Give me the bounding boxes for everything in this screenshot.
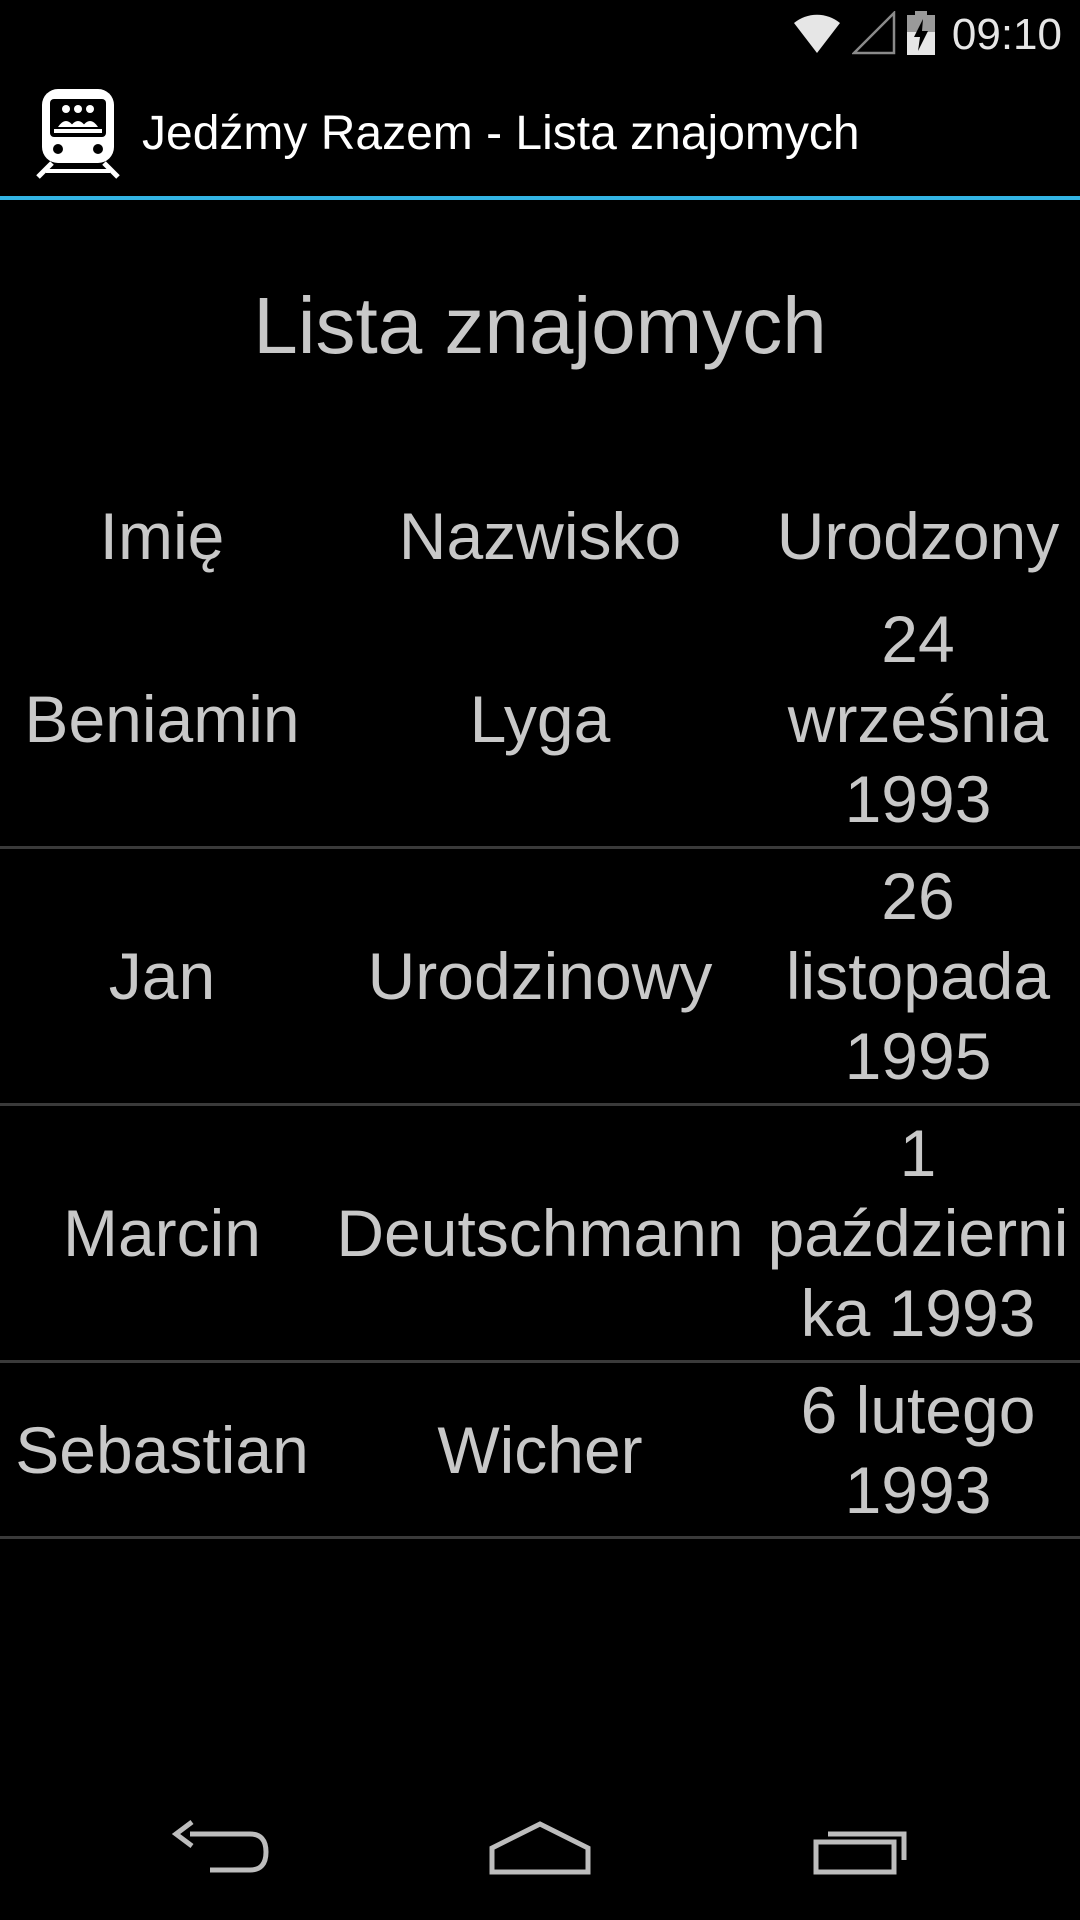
born-line: listopada [785, 939, 1051, 1013]
status-time: 09:10 [951, 10, 1062, 59]
app-title: Jedźmy Razem - Lista znajomych [142, 106, 860, 160]
action-bar: Jedźmy Razem - Lista znajomych [0, 70, 1080, 196]
train-app-icon[interactable] [32, 87, 124, 179]
header-first-name: Imię [99, 499, 225, 573]
friends-table: Imię Nazwisko Urodzony Beniamin Lyga 24 … [0, 480, 1080, 1539]
wifi-icon [792, 11, 842, 60]
battery-charging-icon [906, 10, 936, 61]
table-row[interactable]: Jan Urodzinowy 26 listopada 1995 [0, 849, 1080, 1106]
home-icon[interactable] [440, 1788, 640, 1908]
table-row[interactable]: Sebastian Wicher 6 lutego 1993 [0, 1363, 1080, 1539]
action-bar-divider [0, 196, 1080, 200]
status-bar: 09:10 [0, 0, 1080, 70]
born-line: 1993 [844, 762, 992, 836]
first-name-cell: Jan [108, 939, 216, 1013]
born-line: październi [767, 1196, 1069, 1270]
born-line: 1 [899, 1116, 937, 1190]
header-born: Urodzony [776, 499, 1060, 573]
born-cell: 6 lutego 1993 [756, 1370, 1080, 1530]
born-line: 26 [881, 859, 955, 933]
back-icon[interactable] [120, 1788, 320, 1908]
born-line: września [787, 682, 1049, 756]
navigation-bar [0, 1776, 1080, 1920]
last-name-cell: Deutschmann [336, 1196, 744, 1270]
last-name-cell: Wicher [437, 1412, 643, 1487]
table-row[interactable]: Marcin Deutschmann 1 październi ka 1993 [0, 1106, 1080, 1363]
last-name-cell: Lyga [469, 682, 611, 756]
born-line: 6 lutego [800, 1372, 1036, 1447]
born-cell: 1 październi ka 1993 [756, 1113, 1080, 1353]
first-name-cell: Marcin [62, 1196, 262, 1270]
born-line: 1993 [844, 1452, 992, 1527]
born-line: 24 [881, 602, 955, 676]
first-name-cell: Sebastian [15, 1412, 309, 1487]
table-row[interactable]: Beniamin Lyga 24 września 1993 [0, 592, 1080, 849]
header-last-name: Nazwisko [398, 499, 682, 573]
recent-apps-icon[interactable] [760, 1788, 960, 1908]
born-line: 1995 [844, 1019, 992, 1093]
status-icons: 09:10 [792, 9, 1062, 61]
cell-signal-icon [850, 9, 896, 60]
born-cell: 26 listopada 1995 [756, 856, 1080, 1096]
table-header-row: Imię Nazwisko Urodzony [0, 480, 1080, 592]
page-title: Lista znajomych [253, 281, 827, 370]
born-cell: 24 września 1993 [756, 599, 1080, 839]
last-name-cell: Urodzinowy [367, 939, 713, 1013]
first-name-cell: Beniamin [24, 682, 300, 756]
born-line: ka 1993 [800, 1276, 1036, 1350]
